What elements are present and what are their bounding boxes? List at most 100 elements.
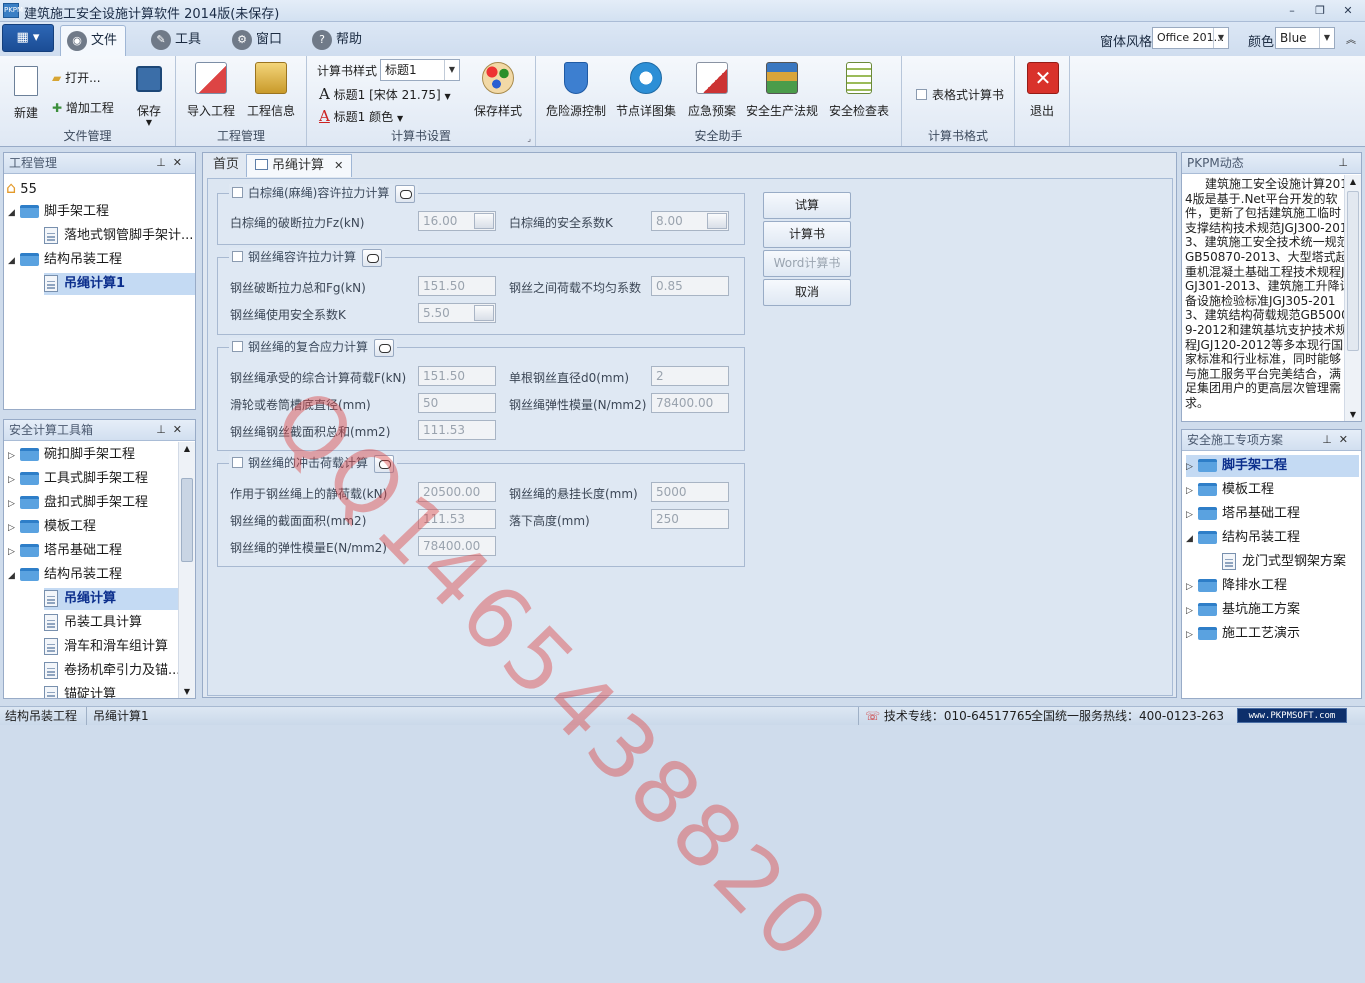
toolbox-item[interactable]: ▷ 盘扣式脚手架工程 [8,492,148,514]
toolbox-scrollbar[interactable]: ▲ ▼ [178,442,195,698]
plan-item[interactable]: 龙门式型钢架方案 [1222,551,1346,573]
import-project-button[interactable]: 导入工程 [186,60,236,119]
minimize-button[interactable]: – [1278,2,1306,20]
scroll-up-icon[interactable]: ▲ [179,444,195,453]
drop-height-input[interactable]: 250 [651,509,729,529]
plan-item[interactable]: ▷ 施工工艺演示 [1186,623,1300,645]
tab-file[interactable]: ◉ 文件 [60,25,127,56]
save-button[interactable]: 保存 ▼ [133,60,165,127]
tab-tools[interactable]: ✎ 工具 [145,25,209,56]
plan-item[interactable]: ▷ 降排水工程 [1186,575,1287,597]
pulley-diameter-input[interactable]: 50 [418,393,496,413]
scroll-down-icon[interactable]: ▼ [1345,410,1361,419]
news-scrollbar[interactable]: ▲ ▼ [1344,175,1361,421]
panel-pin-close-icons[interactable]: ⊥✕ [156,420,189,440]
wire-breaking-force-input[interactable]: 151.50 [418,276,496,296]
safety-checklist-button[interactable]: 安全检查表 [826,60,892,119]
toolbox-item[interactable]: ▷ 碗扣脚手架工程 [8,444,135,466]
panel-pin-close-icons[interactable]: ⊥✕ [1322,430,1355,450]
scroll-down-icon[interactable]: ▼ [179,687,195,696]
ribbon-collapse-icon[interactable]: ︽ [1346,31,1356,46]
section-checkbox[interactable] [232,251,243,262]
emergency-plan-button[interactable]: 应急预案 [684,60,740,119]
help-bubble-icon[interactable] [362,248,383,267]
tab-sling-calc[interactable]: 吊绳计算 ✕ [246,154,353,177]
new-button[interactable]: 新建 [8,60,44,121]
scroll-thumb[interactable] [1347,191,1359,351]
plan-item[interactable]: ◢ 结构吊装工程 [1186,527,1300,549]
help-bubble-icon[interactable] [395,184,416,203]
toolbox-item[interactable]: ▷ 工具式脚手架工程 [8,468,148,490]
tab-help[interactable]: ? 帮助 [306,25,370,56]
tree-item-scaffold-calc[interactable]: 落地式钢管脚手架计... [44,225,193,247]
tree-item-sling-calc-1[interactable]: 吊绳计算1 [44,273,195,295]
wire-area-sum-input[interactable]: 111.53 [418,420,496,440]
plan-item[interactable]: ▷ 基坑施工方案 [1186,599,1300,621]
pkpm-logo-link[interactable]: www.PKPMSOFT.com [1237,708,1347,723]
elastic-modulus-input[interactable]: 78400.00 [651,393,729,413]
exit-button[interactable]: ✕ 退出 [1027,60,1059,119]
add-project-button[interactable]: ✚ 增加工程 [52,99,114,116]
static-load-input[interactable]: 20500.00 [418,482,496,502]
scroll-up-icon[interactable]: ▲ [1345,177,1361,186]
tab-home[interactable]: 首页 [205,154,247,177]
project-root[interactable]: ⌂ 55 [6,177,37,199]
window-style-select[interactable]: Office 201... ▼ [1152,27,1229,49]
color-select[interactable]: Blue ▼ [1275,27,1335,49]
hanging-length-input[interactable]: 5000 [651,482,729,502]
help-bubble-icon[interactable] [374,454,395,473]
plan-item[interactable]: ▷ 模板工程 [1186,479,1274,501]
plan-item[interactable]: ▷ 塔吊基础工程 [1186,503,1300,525]
close-tab-icon[interactable]: ✕ [334,159,343,172]
cancel-button[interactable]: 取消 [763,279,851,306]
node-details-button[interactable]: 节点详图集 [614,60,678,119]
hazard-control-button[interactable]: 危险源控制 [544,60,608,119]
toolbox-item[interactable]: 滑车和滑车组计算 [44,636,168,658]
word-calc-book-button[interactable]: Word计算书 [763,250,851,277]
safety-regulations-button[interactable]: 安全生产法规 [744,60,820,119]
help-bubble-icon[interactable] [374,338,395,357]
dialog-launcher-icon[interactable]: ⌟ [527,134,531,143]
toolbox-item[interactable]: 卷扬机牵引力及锚... [44,660,180,682]
single-wire-diameter-input[interactable]: 2 [651,366,729,386]
save-style-button[interactable]: 保存样式 [473,60,523,119]
elastic-modulus-e-input[interactable]: 78400.00 [418,536,496,556]
table-format-checkbox[interactable]: 表格式计算书 [916,86,1004,103]
section-checkbox[interactable] [232,341,243,352]
comment-icon[interactable] [474,305,494,321]
trial-calc-button[interactable]: 试算 [763,192,851,219]
section-area-input[interactable]: 111.53 [418,509,496,529]
composite-load-input[interactable]: 151.50 [418,366,496,386]
toolbox-item[interactable]: 吊装工具计算 [44,612,142,634]
section-checkbox[interactable] [232,187,243,198]
close-window-button[interactable]: ✕ [1334,2,1362,20]
tree-item-hoisting[interactable]: ◢ 结构吊装工程 [8,249,122,271]
font-setting-button[interactable]: A 标题1 [宋体 21.75] ▼ [319,85,451,103]
app-menu-button[interactable]: ▦ ▾ [2,24,54,52]
toolbox-item[interactable]: ▷ 塔吊基础工程 [8,540,122,562]
calc-book-style-select[interactable]: 标题1 ▼ [380,59,460,81]
plan-item-scaffold[interactable]: ▷ 脚手架工程 [1186,455,1359,477]
project-info-button[interactable]: 工程信息 [246,60,296,119]
pin-icon[interactable]: ⊥ [1338,153,1355,173]
open-button[interactable]: ▰ 打开... [52,69,101,86]
hemp-rope-safety-factor-input[interactable]: 8.00 [651,211,729,231]
toolbox-item-sling[interactable]: 吊绳计算 [44,588,178,610]
comment-icon[interactable] [474,213,494,229]
uneven-load-coefficient-input[interactable]: 0.85 [651,276,729,296]
toolbox-item[interactable]: 锚碇计算 [44,684,116,698]
tree-item-scaffold[interactable]: ◢ 脚手架工程 [8,201,109,223]
toolbox-item[interactable]: ▷ 模板工程 [8,516,96,538]
comment-icon[interactable] [707,213,727,229]
toolbox-item[interactable]: ◢ 结构吊装工程 [8,564,122,586]
tab-window[interactable]: ⚙ 窗口 [226,25,290,56]
wire-safety-factor-input[interactable]: 5.50 [418,303,496,323]
chevron-down-icon: ▼ [1319,28,1334,48]
calc-book-button[interactable]: 计算书 [763,221,851,248]
section-checkbox[interactable] [232,457,243,468]
restore-button[interactable]: ❐ [1306,2,1334,20]
panel-pin-close-icons[interactable]: ⊥✕ [156,153,189,173]
scroll-thumb[interactable] [181,478,193,562]
color-setting-button[interactable]: A 标题1 颜色 ▼ [319,107,403,125]
hemp-rope-breaking-force-input[interactable]: 16.00 [418,211,496,231]
